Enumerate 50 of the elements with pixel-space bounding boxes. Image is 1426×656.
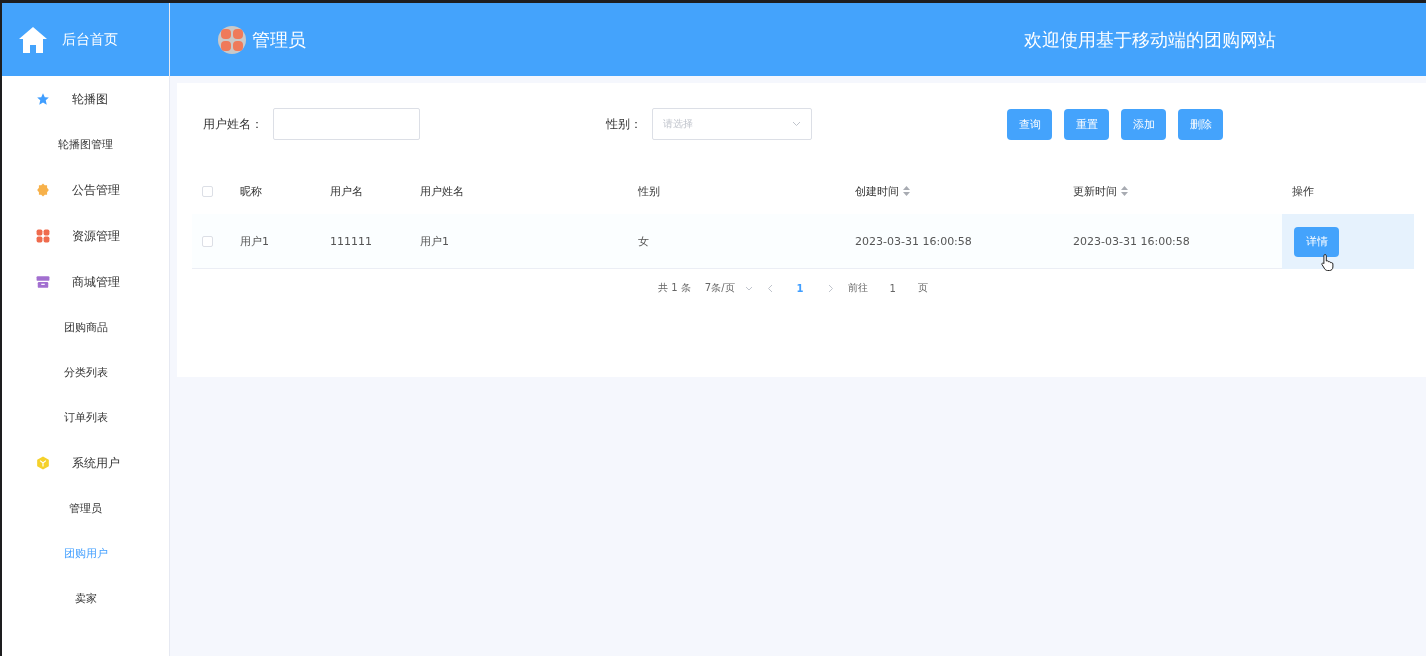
table-cell-text: 2023-03-31 16:00:58	[854, 235, 973, 248]
submenu-item[interactable]: 卖家	[2, 576, 169, 621]
user-name: 管理员	[252, 27, 306, 52]
submenu-item[interactable]: 分类列表	[2, 350, 169, 395]
goto-label: 前往	[847, 281, 868, 295]
submenu-item[interactable]: 订单列表	[2, 395, 169, 440]
pointer-cursor-icon	[1321, 253, 1335, 271]
menu-item[interactable]: 公告管理	[72, 181, 120, 199]
menu-item[interactable]: 系统用户	[72, 454, 120, 472]
welcome-title: 欢迎使用基于移动端的团购网站	[1024, 27, 1276, 52]
table-cell-text: 用户1	[419, 234, 450, 249]
name-input-field[interactable]	[273, 108, 420, 140]
archive-icon	[36, 275, 50, 289]
menu-item[interactable]: 资源管理	[72, 227, 120, 245]
column-header: 性别	[637, 183, 661, 199]
total-count: 共 1 条	[658, 281, 691, 295]
menu-item[interactable]: 轮播图	[72, 90, 108, 108]
column-header[interactable]: 创建时间	[845, 183, 1063, 199]
page-suffix: 页	[917, 281, 928, 295]
grid-icon	[36, 229, 50, 243]
table-cell-text: 2023-03-31 16:00:58	[1072, 235, 1191, 248]
select-all-checkbox[interactable]	[202, 185, 213, 197]
submenu-item[interactable]: 管理员	[2, 486, 169, 531]
prev-page-icon[interactable]	[766, 283, 773, 293]
field-label: 性别：	[606, 115, 642, 133]
cube-icon	[36, 456, 50, 470]
sort-icon[interactable]	[903, 186, 910, 196]
column-header: 用户名	[329, 183, 364, 199]
column-header: 昵称	[239, 183, 263, 199]
table-cell-text: 111111	[329, 235, 373, 248]
column-header: 用户姓名	[419, 183, 465, 199]
column-header: 操作	[1291, 183, 1315, 199]
field-label: 用户姓名：	[203, 115, 263, 133]
chevron-down-icon	[744, 285, 753, 291]
column-header[interactable]: 更新时间	[1063, 183, 1282, 199]
table-cell-text: 女	[637, 234, 650, 249]
submenu-item[interactable]: 团购商品	[2, 305, 169, 350]
avatar-icon	[218, 25, 246, 54]
home-icon[interactable]	[18, 25, 48, 54]
chevron-down-icon	[792, 121, 801, 127]
row-checkbox[interactable]	[202, 236, 213, 247]
star-icon	[36, 92, 50, 106]
page-size-select[interactable]: 7条/页	[704, 281, 753, 295]
menu-item[interactable]: 商城管理	[72, 273, 120, 291]
table-cell-text: 用户1	[239, 234, 270, 249]
submenu-item[interactable]: 轮播图管理	[2, 122, 169, 167]
next-page-icon[interactable]	[827, 283, 834, 293]
badge-icon	[36, 183, 50, 197]
sort-icon[interactable]	[1121, 186, 1128, 196]
goto-page-field[interactable]: 1	[881, 282, 904, 294]
